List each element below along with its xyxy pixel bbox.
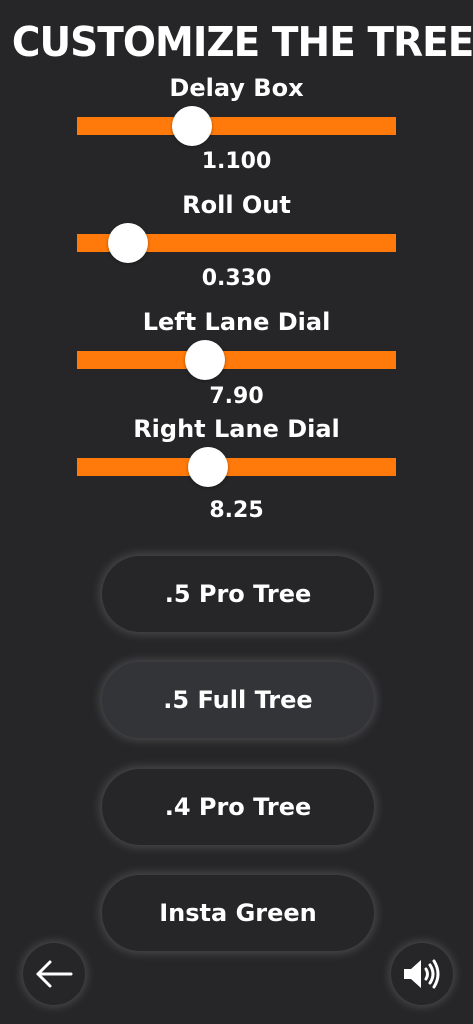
right-lane-dial-value: 8.25 bbox=[209, 498, 264, 523]
right-lane-dial-slider[interactable] bbox=[77, 447, 396, 487]
roll-out-slider-thumb[interactable] bbox=[108, 223, 149, 263]
delay-box-label: Delay Box bbox=[169, 74, 304, 102]
left-lane-dial-slider[interactable] bbox=[77, 340, 396, 380]
right-lane-dial-slider-thumb[interactable] bbox=[187, 447, 228, 487]
delay-box-slider-thumb[interactable] bbox=[171, 106, 212, 146]
right-lane-dial-label: Right Lane Dial bbox=[133, 415, 340, 443]
left-lane-dial-label: Left Lane Dial bbox=[142, 308, 331, 336]
left-lane-dial-value: 7.90 bbox=[209, 384, 264, 409]
arrow-left-icon bbox=[36, 960, 73, 988]
roll-out-label: Roll Out bbox=[182, 191, 291, 219]
speaker-volume-icon bbox=[404, 959, 440, 989]
preset-5-pro-tree-button[interactable]: .5 Pro Tree bbox=[102, 556, 374, 632]
preset-4-pro-tree-button[interactable]: .4 Pro Tree bbox=[102, 769, 374, 845]
back-button[interactable] bbox=[23, 943, 85, 1005]
delay-box-slider[interactable] bbox=[77, 106, 396, 146]
delay-box-value: 1.100 bbox=[201, 149, 272, 174]
sound-button[interactable] bbox=[391, 943, 453, 1005]
left-lane-dial-slider-thumb[interactable] bbox=[184, 340, 225, 380]
preset-5-full-tree-button[interactable]: .5 Full Tree bbox=[102, 662, 374, 738]
roll-out-slider[interactable] bbox=[77, 223, 396, 263]
page-title: CUSTOMIZE THE TREE bbox=[11, 18, 473, 66]
roll-out-value: 0.330 bbox=[201, 266, 272, 291]
preset-insta-green-button[interactable]: Insta Green bbox=[102, 875, 374, 951]
